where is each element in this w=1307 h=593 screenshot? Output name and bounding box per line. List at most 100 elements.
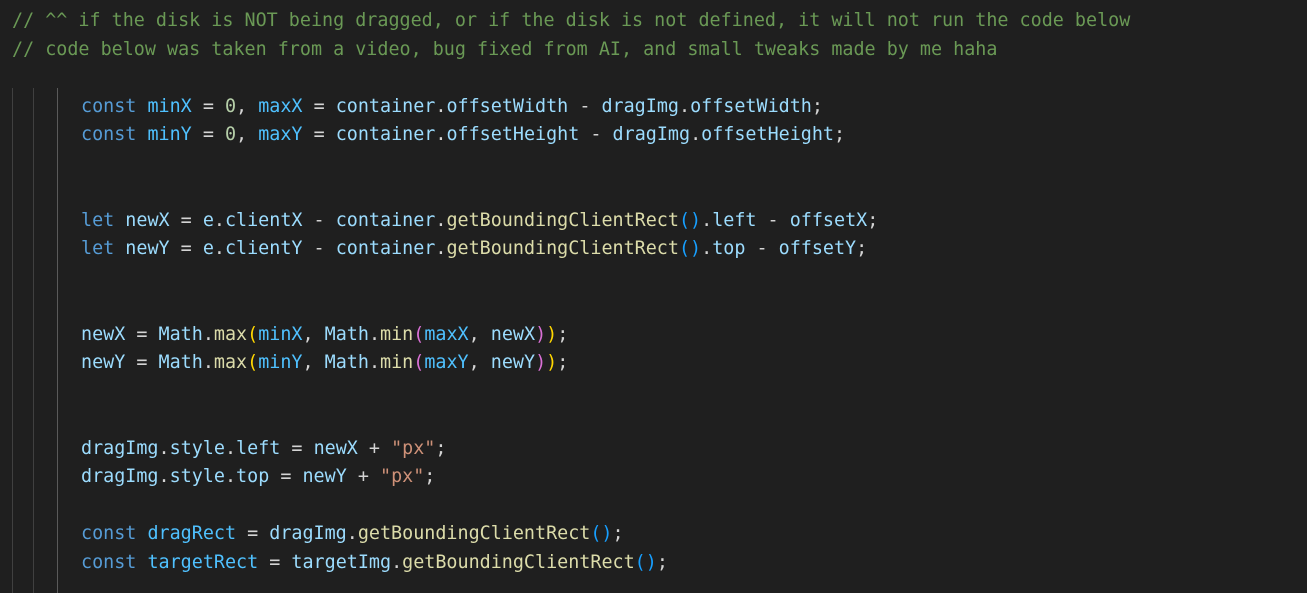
code-token: . (368, 324, 381, 345)
code-token: - (579, 124, 613, 145)
code-token: ( (413, 352, 425, 373)
code-token: = (258, 552, 292, 573)
code-token: Math (324, 352, 369, 373)
code-token: top (236, 466, 270, 487)
code-token: left (236, 438, 281, 459)
code-token: () (678, 238, 702, 259)
code-token: maxY (258, 124, 303, 145)
code-token: minX (147, 96, 192, 117)
code-token: = (169, 210, 203, 231)
code-token: offsetHeight (446, 124, 580, 145)
code-token: . (213, 210, 225, 231)
code-token: const (81, 124, 137, 145)
code-token: ) (535, 352, 547, 373)
code-token: minY (147, 124, 192, 145)
code-token: = (302, 96, 336, 117)
code-token: Math (324, 324, 369, 345)
code-token: container (335, 124, 436, 145)
code-token: clientY (224, 238, 303, 259)
code-token: = (280, 438, 314, 459)
code-token: = (236, 523, 270, 544)
code-token: top (712, 238, 746, 259)
code-token: dragImg (269, 523, 347, 544)
code-token: ) (535, 324, 547, 345)
code-token: offsetWidth (690, 96, 812, 117)
code-token: Math (158, 352, 203, 373)
code-token: . (202, 324, 214, 345)
indent-guide (33, 88, 34, 593)
code-token: = (125, 324, 159, 345)
code-token: , (236, 124, 259, 145)
code-token: ; (656, 552, 668, 573)
code-token: . (435, 124, 447, 145)
code-token: newY (302, 466, 347, 487)
code-token: getBoundingClientRect (446, 238, 679, 259)
code-token: newX (313, 438, 358, 459)
code-token: max (213, 352, 248, 373)
code-token: ) (546, 324, 558, 345)
code-token: ) (546, 352, 558, 373)
code-line-style-left: dragImg.style.left = newX + "px"; (81, 434, 446, 463)
code-token: = (269, 466, 303, 487)
code-token: . (391, 552, 403, 573)
code-token: max (213, 324, 248, 345)
code-token: , (236, 96, 259, 117)
comment-line: // code below was taken from a video, bu… (12, 39, 998, 60)
code-token: . (224, 466, 237, 487)
code-token: . (158, 466, 170, 487)
code-token: newY (81, 352, 126, 373)
code-token: () (590, 523, 613, 544)
code-token: minX (258, 324, 303, 345)
code-token: container (335, 210, 436, 231)
code-token: - (568, 96, 602, 117)
code-token: const (81, 96, 137, 117)
code-token: . (202, 352, 214, 373)
code-token: "px" (391, 438, 436, 459)
code-token: , (302, 324, 325, 345)
code-token: . (435, 96, 447, 117)
code-token: e (202, 210, 214, 231)
code-token: dragRect (147, 523, 237, 544)
code-token: = (302, 124, 336, 145)
code-token: , (468, 352, 491, 373)
code-token: style (169, 466, 225, 487)
code-token: ; (557, 352, 569, 373)
code-token: getBoundingClientRect (357, 523, 591, 544)
code-token: - (756, 210, 790, 231)
code-editor[interactable]: // ^^ if the disk is NOT being dragged, … (0, 0, 1307, 593)
code-token: offsetWidth (446, 96, 569, 117)
code-line-newx: let newX = e.clientX - container.getBoun… (81, 206, 878, 235)
code-token: = (191, 124, 225, 145)
code-line-minx: const minX = 0, maxX = container.offsetW… (81, 92, 823, 121)
code-token: newX (81, 324, 126, 345)
code-token: 0 (224, 96, 237, 117)
code-token: . (690, 124, 702, 145)
code-token: dragImg (612, 124, 691, 145)
code-token: - (302, 238, 336, 259)
code-token: + (357, 438, 392, 459)
code-token: . (213, 238, 225, 259)
code-line-clamp-y: newY = Math.max(minY, Math.min(maxY, new… (81, 348, 568, 377)
code-token: ( (247, 324, 259, 345)
code-line-clamp-x: newX = Math.max(minX, Math.min(maxX, new… (81, 320, 568, 349)
code-token: getBoundingClientRect (402, 552, 635, 573)
comment-line: // ^^ if the disk is NOT being dragged, … (12, 10, 1131, 31)
code-token: . (435, 238, 447, 259)
code-token: container (335, 96, 436, 117)
code-token: maxX (258, 96, 303, 117)
code-token: "px" (380, 466, 425, 487)
code-token: = (125, 352, 159, 373)
code-token: dragImg (81, 438, 159, 459)
code-token: ; (557, 324, 569, 345)
code-token: ; (867, 210, 879, 231)
code-token: + (346, 466, 380, 487)
code-token: maxX (424, 324, 469, 345)
code-token: e (202, 238, 214, 259)
code-token: dragImg (601, 96, 679, 117)
code-token: clientX (224, 210, 303, 231)
code-token: - (302, 210, 336, 231)
code-token: - (745, 238, 779, 259)
